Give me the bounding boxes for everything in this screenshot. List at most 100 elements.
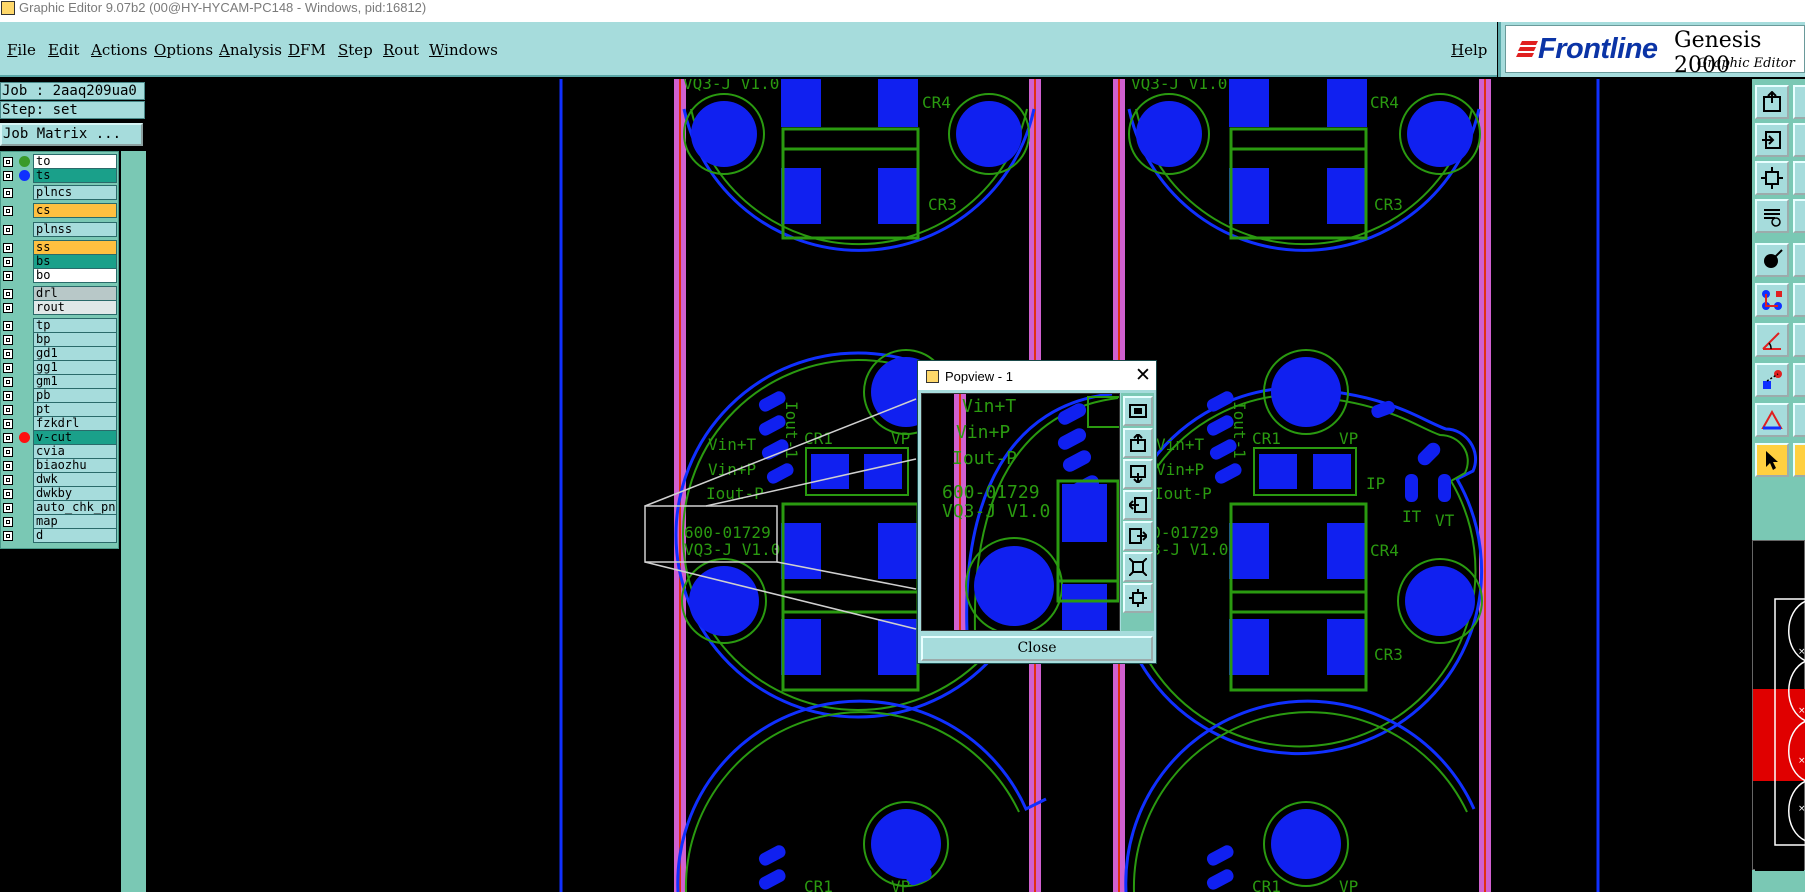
- popview-canvas[interactable]: Vin+T Vin+P Iout-P 600-01729 VQ3-J V1.0: [921, 393, 1120, 631]
- snap-button[interactable]: [1755, 363, 1789, 397]
- layer-checkbox[interactable]: [3, 225, 13, 235]
- layer-row-auto-chk-pn[interactable]: auto_chk_pn..: [1, 500, 118, 515]
- layer-row-dwk[interactable]: dwk: [1, 472, 118, 487]
- layer-row-tp[interactable]: tp: [1, 318, 118, 333]
- pointer-button[interactable]: [1755, 443, 1789, 477]
- layer-checkbox[interactable]: [3, 489, 13, 499]
- layer-checkbox[interactable]: [3, 171, 13, 181]
- layer-checkbox[interactable]: [3, 206, 13, 216]
- layer-checkbox[interactable]: [3, 335, 13, 345]
- layer-name[interactable]: biaozhu: [33, 458, 117, 473]
- layer-row-bp[interactable]: bp: [1, 332, 118, 347]
- layer-name[interactable]: map: [33, 514, 117, 529]
- layer-name[interactable]: v-cut: [33, 430, 117, 445]
- layer-name[interactable]: dwkby: [33, 486, 117, 501]
- layer-checkbox[interactable]: [3, 271, 13, 281]
- layer-name[interactable]: pb: [33, 388, 117, 403]
- job-matrix-button[interactable]: Job Matrix ...: [0, 123, 143, 146]
- menu-windows[interactable]: Windows: [429, 41, 498, 59]
- layer-row-plncs[interactable]: plncs: [1, 185, 118, 200]
- tool-button-partial[interactable]: [1793, 243, 1805, 277]
- menu-actions[interactable]: Actions: [91, 41, 147, 59]
- layer-row-cs[interactable]: cs: [1, 203, 118, 218]
- layer-checkbox[interactable]: [3, 475, 13, 485]
- layer-row-dwkby[interactable]: dwkby: [1, 486, 118, 501]
- layer-name[interactable]: gd1: [33, 346, 117, 361]
- layer-row-rout[interactable]: rout: [1, 300, 118, 315]
- menu-options[interactable]: Options: [154, 41, 213, 59]
- menu-dfm[interactable]: DFM: [288, 41, 326, 59]
- area-button[interactable]: [1755, 403, 1789, 437]
- popview-pan-down-button[interactable]: [1123, 459, 1153, 489]
- layer-row-map[interactable]: map: [1, 514, 118, 529]
- layer-name[interactable]: plncs: [33, 185, 117, 200]
- layer-checkbox[interactable]: [3, 188, 13, 198]
- layer-name[interactable]: bs: [33, 254, 117, 269]
- layer-name[interactable]: bo: [33, 268, 117, 283]
- layer-row-v-cut[interactable]: v-cut: [1, 430, 118, 445]
- layer-name[interactable]: to: [33, 154, 117, 169]
- layer-name[interactable]: cs: [33, 203, 117, 218]
- layer-checkbox[interactable]: [3, 363, 13, 373]
- layer-row-d[interactable]: d: [1, 528, 118, 543]
- layer-name[interactable]: gg1: [33, 360, 117, 375]
- popview-zoom-in-button[interactable]: [1123, 552, 1153, 582]
- layer-name[interactable]: cvia: [33, 444, 117, 459]
- layer-name[interactable]: plnss: [33, 222, 117, 237]
- popview-title-bar[interactable]: Popview - 1 ✕: [918, 361, 1156, 390]
- layer-name[interactable]: gm1: [33, 374, 117, 389]
- layer-name[interactable]: tp: [33, 318, 117, 333]
- layer-row-ss[interactable]: ss: [1, 240, 118, 255]
- layer-row-gd1[interactable]: gd1: [1, 346, 118, 361]
- popview-pan-right-button[interactable]: [1123, 521, 1153, 551]
- layer-checkbox[interactable]: [3, 377, 13, 387]
- layer-name[interactable]: fzkdrl: [33, 416, 117, 431]
- menu-rout[interactable]: Rout: [383, 41, 419, 59]
- layer-name[interactable]: ss: [33, 240, 117, 255]
- layer-checkbox[interactable]: [3, 503, 13, 513]
- layer-checkbox[interactable]: [3, 433, 13, 443]
- zoom-fit-button[interactable]: [1755, 161, 1789, 195]
- popview-zoom-button[interactable]: [1123, 396, 1153, 426]
- popview-pan-left-button[interactable]: [1123, 490, 1153, 520]
- popview-close-icon[interactable]: ✕: [1135, 364, 1151, 387]
- tool-button-partial[interactable]: [1793, 283, 1805, 317]
- layer-name[interactable]: bp: [33, 332, 117, 347]
- measure-button[interactable]: [1755, 323, 1789, 357]
- layer-checkbox[interactable]: [3, 257, 13, 267]
- pan-button[interactable]: [1755, 199, 1789, 233]
- layer-checkbox[interactable]: [3, 289, 13, 299]
- layer-checkbox[interactable]: [3, 405, 13, 415]
- layer-row-drl[interactable]: drl: [1, 286, 118, 301]
- layer-checkbox[interactable]: [3, 243, 13, 253]
- layer-checkbox[interactable]: [3, 517, 13, 527]
- layer-row-biaozhu[interactable]: biaozhu: [1, 458, 118, 473]
- layer-row-pt[interactable]: pt: [1, 402, 118, 417]
- tool-button-partial[interactable]: [1793, 363, 1805, 397]
- net-button[interactable]: [1755, 283, 1789, 317]
- tool-button-partial[interactable]: [1793, 323, 1805, 357]
- layer-checkbox[interactable]: [3, 321, 13, 331]
- layer-row-to[interactable]: to: [1, 154, 118, 169]
- layer-row-fzkdrl[interactable]: fzkdrl: [1, 416, 118, 431]
- menu-file[interactable]: File: [7, 41, 36, 59]
- layer-row-cvia[interactable]: cvia: [1, 444, 118, 459]
- layer-checkbox[interactable]: [3, 447, 13, 457]
- layer-row-bs[interactable]: bs: [1, 254, 118, 269]
- menu-help[interactable]: Help: [1451, 41, 1487, 59]
- layer-name[interactable]: drl: [33, 286, 117, 301]
- layer-name[interactable]: d: [33, 528, 117, 543]
- popview-zoom-out-button[interactable]: [1123, 583, 1153, 613]
- tool-button-partial[interactable]: [1793, 199, 1805, 233]
- layer-row-gg1[interactable]: gg1: [1, 360, 118, 375]
- layer-name[interactable]: ts: [33, 168, 117, 183]
- layer-checkbox[interactable]: [3, 531, 13, 541]
- zoom-previous-button[interactable]: [1755, 123, 1789, 157]
- layer-checkbox[interactable]: [3, 419, 13, 429]
- layer-row-bo[interactable]: bo: [1, 268, 118, 283]
- layer-name[interactable]: dwk: [33, 472, 117, 487]
- overview-map[interactable]: × × × ×: [1752, 540, 1805, 871]
- tool-button-partial[interactable]: [1793, 161, 1805, 195]
- layer-checkbox[interactable]: [3, 461, 13, 471]
- tool-button-partial[interactable]: [1793, 443, 1805, 477]
